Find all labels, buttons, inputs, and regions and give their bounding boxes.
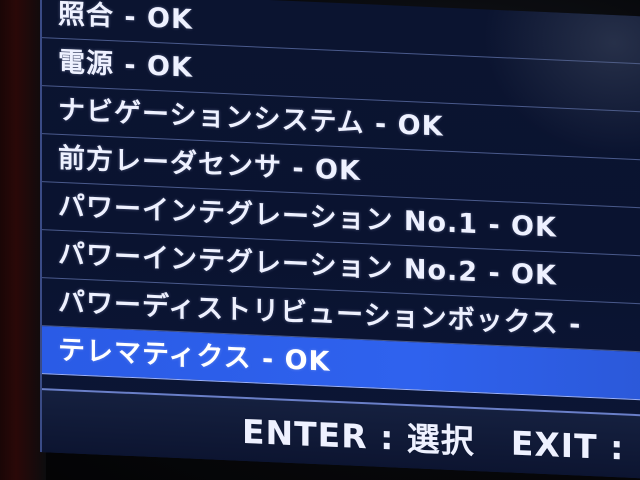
list-item-label: 照合 - OK xyxy=(58,0,193,36)
diagnostic-screen: 照合 - OK 電源 - OK ナビゲーションシステム - OK 前方レーダセン… xyxy=(40,0,640,480)
list-item-label: 前方レーダセンサ - OK xyxy=(58,142,361,188)
list-item-label: テレマティクス - OK xyxy=(58,334,331,378)
enter-select-hint[interactable]: ENTER : 選択 xyxy=(242,412,475,461)
photo-viewport: 照合 - OK 電源 - OK ナビゲーションシステム - OK 前方レーダセン… xyxy=(0,0,640,480)
hint-spacer xyxy=(475,453,511,455)
key-hint-bar: ENTER : 選択 EXIT : xyxy=(42,388,640,480)
list-item-label: ナビゲーションシステム - OK xyxy=(58,94,444,143)
list-item-label: 電源 - OK xyxy=(58,46,193,84)
key-hints: ENTER : 選択 EXIT : xyxy=(242,405,624,470)
system-check-list: 照合 - OK 電源 - OK ナビゲーションシステム - OK 前方レーダセン… xyxy=(42,0,640,402)
exit-hint[interactable]: EXIT : xyxy=(511,424,624,468)
